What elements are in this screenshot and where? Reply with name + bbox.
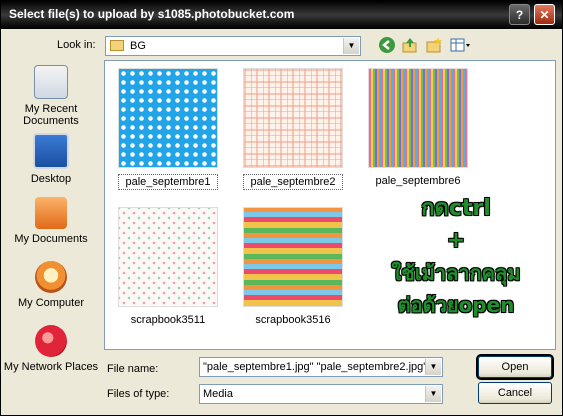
- chevron-down-icon[interactable]: ▼: [425, 386, 441, 402]
- annotation-line: ต่อด้วยopen: [397, 293, 515, 317]
- place-my-recent-documents[interactable]: My Recent Documents: [3, 65, 99, 127]
- chevron-down-icon[interactable]: ▼: [343, 38, 359, 54]
- close-button[interactable]: ✕: [534, 4, 555, 25]
- window-title: Select file(s) to upload by s1085.photob…: [9, 7, 295, 21]
- pattern-image: [368, 68, 468, 168]
- look-in-dropdown[interactable]: BG ▼: [105, 36, 361, 56]
- file-name-label: pale_septembre6: [375, 175, 461, 187]
- annotation-line: +: [446, 228, 466, 253]
- place-my-network-places[interactable]: My Network Places: [3, 325, 99, 373]
- place-label: My Computer: [17, 297, 85, 309]
- desktop-icon: [33, 133, 69, 169]
- file-name-input[interactable]: "pale_septembre1.jpg" "pale_septembre2.j…: [199, 357, 443, 377]
- pattern-image: [118, 68, 218, 168]
- back-button[interactable]: [377, 36, 397, 56]
- place-my-computer[interactable]: My Computer: [3, 261, 99, 309]
- place-label: My Documents: [14, 233, 88, 245]
- file-open-dialog: Select file(s) to upload by s1085.photob…: [0, 0, 563, 416]
- look-in-value: BG: [130, 40, 146, 52]
- files-of-type-value: Media: [203, 388, 233, 400]
- file-thumbnail[interactable]: pale_septembre6: [368, 68, 468, 188]
- views-grid-icon: [450, 38, 470, 52]
- views-menu-button[interactable]: [448, 36, 472, 56]
- file-name-label: pale_septembre2: [243, 174, 343, 190]
- file-thumbnail[interactable]: pale_septembre1: [118, 68, 218, 190]
- new-folder-icon: [426, 37, 442, 53]
- file-name-label: pale_septembre1: [118, 174, 218, 190]
- place-desktop[interactable]: Desktop: [3, 133, 99, 185]
- file-name-field-label: File name:: [107, 363, 159, 375]
- annotation-line: ใช้เม้าลากคลุม: [391, 261, 521, 285]
- file-thumbnail[interactable]: pale_septembre2: [243, 68, 343, 190]
- up-folder-icon: [402, 38, 417, 53]
- annotation-line: กดctrl: [421, 196, 491, 221]
- pattern-image: [243, 68, 343, 168]
- back-arrow-icon: [379, 37, 395, 53]
- pattern-image: [243, 207, 343, 307]
- pattern-image: [118, 207, 218, 307]
- new-folder-button[interactable]: [424, 36, 444, 56]
- place-label: My Network Places: [3, 361, 99, 373]
- places-bar: My Recent Documents Desktop My Documents…: [3, 61, 99, 391]
- up-folder-button[interactable]: [400, 36, 420, 56]
- my-computer-icon: [35, 261, 67, 293]
- place-label: My Recent Documents: [23, 103, 79, 127]
- open-button[interactable]: Open: [476, 354, 554, 380]
- place-my-documents[interactable]: My Documents: [3, 197, 99, 245]
- file-thumbnail[interactable]: scrapbook3511: [118, 207, 218, 327]
- title-bar[interactable]: Select file(s) to upload by s1085.photob…: [1, 1, 562, 29]
- file-name-label: scrapbook3516: [255, 314, 331, 326]
- place-label: Desktop: [30, 173, 72, 185]
- network-places-icon: [35, 325, 67, 357]
- file-name-label: scrapbook3511: [130, 314, 206, 326]
- file-thumbnail[interactable]: scrapbook3516: [243, 207, 343, 327]
- my-documents-icon: [35, 197, 67, 229]
- folder-icon: [110, 40, 124, 51]
- files-of-type-dropdown[interactable]: Media ▼: [199, 384, 443, 404]
- look-in-label: Look in:: [57, 39, 96, 51]
- chevron-down-icon[interactable]: ▼: [425, 359, 441, 375]
- recent-documents-icon: [34, 65, 68, 99]
- file-name-value: "pale_septembre1.jpg" "pale_septembre2.j…: [203, 361, 435, 373]
- cancel-button[interactable]: Cancel: [478, 382, 552, 404]
- files-of-type-label: Files of type:: [107, 388, 170, 400]
- help-button[interactable]: ?: [509, 4, 530, 25]
- annotation-overlay: กดctrl + ใช้เม้าลากคลุม ต่อด้วยopen: [356, 193, 556, 321]
